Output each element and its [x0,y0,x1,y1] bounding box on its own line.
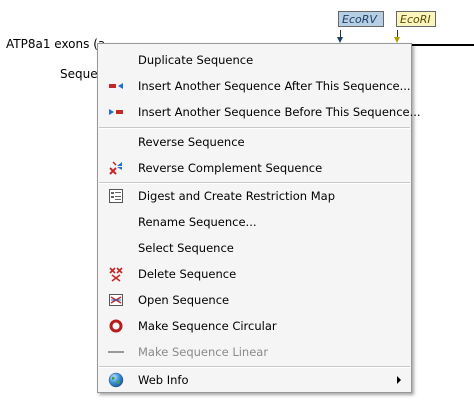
insert-before-icon [108,104,124,120]
enzyme-site-ecorv[interactable]: EcoRV [338,11,384,27]
linear-icon [108,344,124,360]
menu-item-insert-before[interactable]: Insert Another Sequence Before This Sequ… [99,99,421,125]
menu-item-reverse-sequence[interactable]: Reverse Sequence [99,129,410,155]
insert-after-icon [108,78,124,94]
menu-item-label: Insert Another Sequence After This Seque… [138,79,411,93]
enzyme-site-ecori[interactable]: EcoRI [396,11,436,27]
reverse-complement-icon [108,160,124,176]
menu-item-open-sequence[interactable]: Open Sequence [99,287,410,313]
menu-item-duplicate-sequence[interactable]: Duplicate Sequence [99,47,410,73]
menu-item-label: Reverse Complement Sequence [138,161,323,175]
menu-item-delete-sequence[interactable]: Delete Sequence [99,261,410,287]
menu-item-reverse-complement[interactable]: Reverse Complement Sequence [99,155,410,181]
menu-item-make-circular[interactable]: Make Sequence Circular [99,313,410,339]
menu-item-rename-sequence[interactable]: Rename Sequence... [99,209,410,235]
menu-item-label: Duplicate Sequence [138,53,254,67]
menu-item-label: Make Sequence Linear [138,345,269,359]
sequence-name-label: ATP8a1 exons (a [6,37,106,51]
menu-item-label: Open Sequence [138,293,230,307]
delete-sequence-icon [108,266,124,282]
menu-item-select-sequence[interactable]: Select Sequence [99,235,410,261]
menu-item-digest-restriction-map[interactable]: Digest and Create Restriction Map [99,183,410,209]
open-sequence-icon [108,292,124,308]
menu-item-label: Make Sequence Circular [138,319,277,333]
menu-item-label: Web Info [138,373,189,387]
globe-icon [108,372,124,388]
menu-item-label: Digest and Create Restriction Map [138,189,335,203]
menu-item-label: Delete Sequence [138,267,237,281]
sequence-context-menu: Duplicate Sequence Insert Another Sequen… [97,43,421,393]
menu-item-label: Rename Sequence... [138,215,257,229]
submenu-arrow-icon [397,376,401,384]
menu-item-insert-after[interactable]: Insert Another Sequence After This Seque… [99,73,411,99]
menu-item-label: Insert Another Sequence Before This Sequ… [138,105,421,119]
menu-item-web-info[interactable]: Web Info [99,367,410,393]
menu-item-label: Select Sequence [138,241,234,255]
menu-item-label: Reverse Sequence [138,135,245,149]
circular-icon [108,318,124,334]
digest-icon [108,188,124,204]
menu-item-make-linear: Make Sequence Linear [99,339,410,365]
